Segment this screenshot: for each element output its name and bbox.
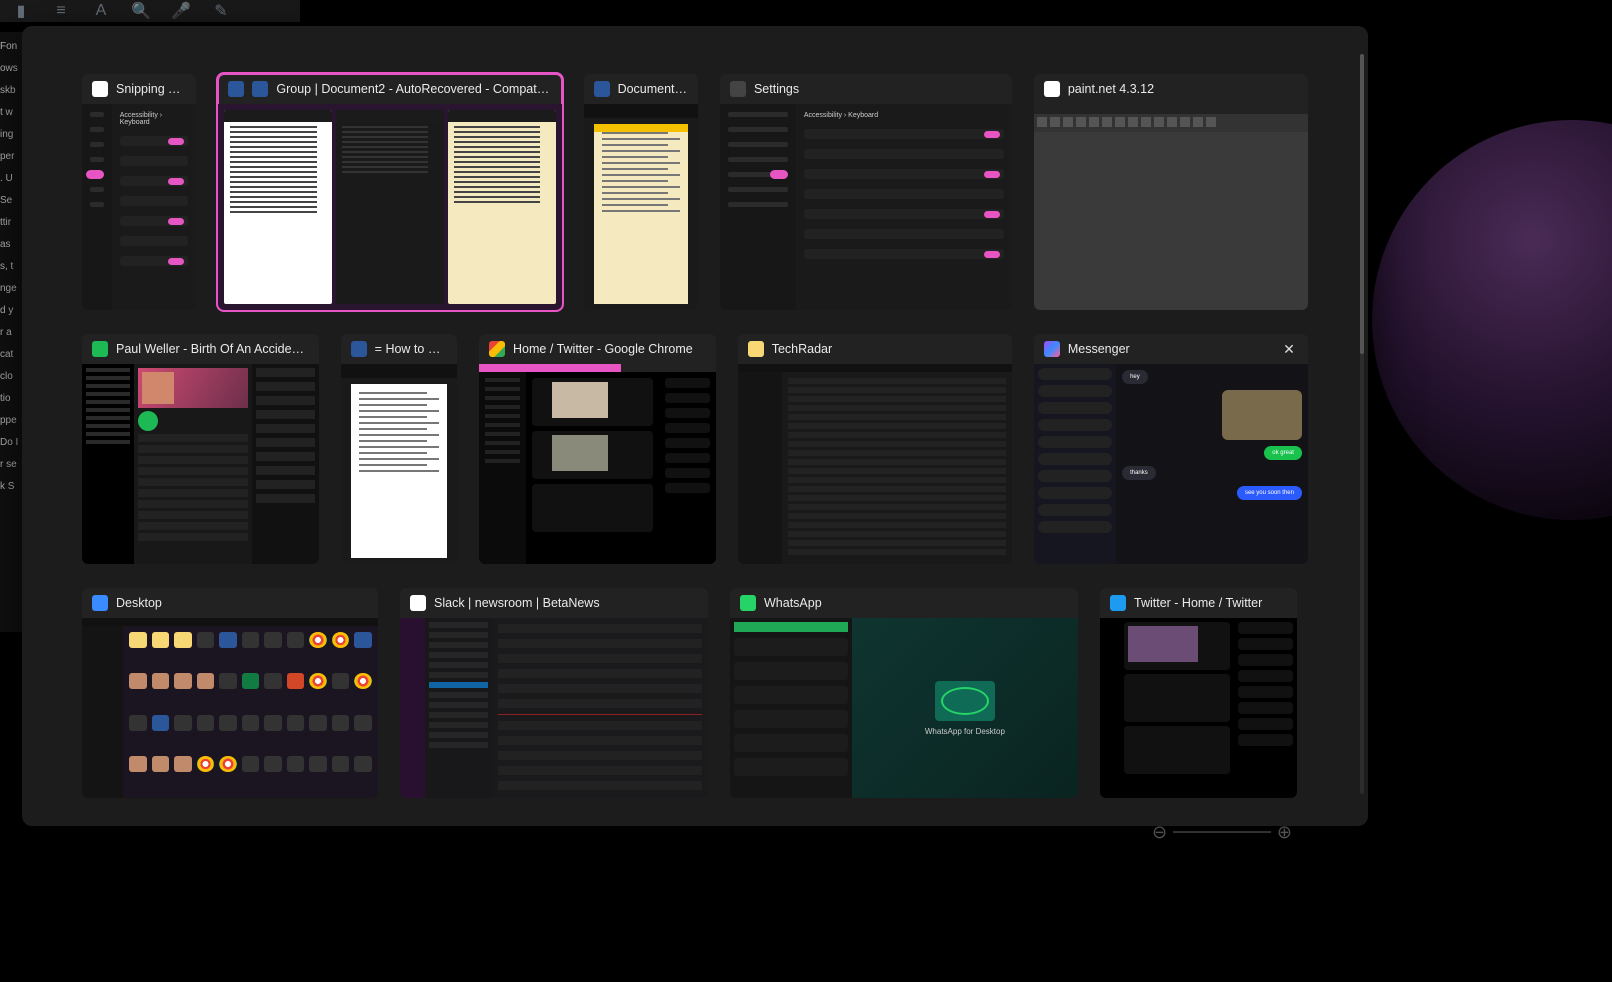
tile-header: Settings bbox=[720, 74, 1012, 104]
tile-title: Messenger bbox=[1068, 342, 1272, 356]
app-icon bbox=[748, 341, 764, 357]
dictate-icon: 🎤 bbox=[170, 0, 192, 22]
tile-header: WhatsApp bbox=[730, 588, 1078, 618]
tile-header: Slack | newsroom | BetaNews bbox=[400, 588, 708, 618]
app-icon bbox=[351, 341, 367, 357]
app-icon bbox=[92, 595, 108, 611]
tile-title: Desktop bbox=[116, 596, 368, 610]
app-icon bbox=[730, 81, 746, 97]
window-tile-tr[interactable]: TechRadar bbox=[738, 334, 1012, 564]
font-group-icon: ▮ bbox=[10, 0, 32, 22]
tile-header: Twitter - Home / Twitter bbox=[1100, 588, 1297, 618]
app-icon bbox=[410, 595, 426, 611]
window-tile-wa[interactable]: WhatsApp WhatsApp for Desktop bbox=[730, 588, 1078, 798]
tile-title: Snipping Tool bbox=[116, 82, 186, 96]
window-tile-slack[interactable]: Slack | newsroom | BetaNews bbox=[400, 588, 708, 798]
tile-header: Messenger ✕ bbox=[1034, 334, 1308, 364]
window-tile-chrome[interactable]: Home / Twitter - Google Chrome bbox=[479, 334, 716, 564]
tile-title: Document2 -... bbox=[618, 82, 688, 96]
tile-title: Twitter - Home / Twitter bbox=[1134, 596, 1287, 610]
app-icon bbox=[92, 81, 108, 97]
tile-header: Desktop bbox=[82, 588, 378, 618]
tile-header: Document2 -... bbox=[584, 74, 698, 104]
find-icon: 🔍 bbox=[130, 0, 152, 22]
task-view-row: Snipping Tool Accessibility › Keyboard G… bbox=[82, 74, 1308, 310]
tile-title: = How to use t... bbox=[375, 342, 447, 356]
task-view-row: Desktop Slack | newsroom | BetaNews bbox=[82, 588, 1308, 798]
window-tile-group[interactable]: Group | Document2 - AutoRecovered - Comp… bbox=[218, 74, 561, 310]
tile-title: paint.net 4.3.12 bbox=[1068, 82, 1298, 96]
app-icon-secondary bbox=[252, 81, 268, 97]
tile-title: Group | Document2 - AutoRecovered - Comp… bbox=[276, 82, 551, 96]
close-icon[interactable]: ✕ bbox=[1280, 340, 1298, 358]
tile-header: Paul Weller - Birth Of An Accidental Hi.… bbox=[82, 334, 319, 364]
window-tile-tw[interactable]: Twitter - Home / Twitter bbox=[1100, 588, 1297, 798]
background-wallpaper-gradient bbox=[1372, 120, 1612, 520]
background-right-strip bbox=[1380, 0, 1612, 982]
app-icon bbox=[1044, 81, 1060, 97]
task-view-scrollbar[interactable] bbox=[1360, 54, 1364, 794]
window-tile-spot[interactable]: Paul Weller - Birth Of An Accidental Hi.… bbox=[82, 334, 319, 564]
editor-icon: ✎ bbox=[210, 0, 232, 22]
tile-header: TechRadar bbox=[738, 334, 1012, 364]
tile-title: WhatsApp bbox=[764, 596, 1068, 610]
paragraph-icon: ≡ bbox=[50, 0, 72, 22]
window-tile-word2[interactable]: = How to use t... bbox=[341, 334, 457, 564]
tile-header: = How to use t... bbox=[341, 334, 457, 364]
task-view-rows: Snipping Tool Accessibility › Keyboard G… bbox=[82, 74, 1308, 798]
app-icon bbox=[92, 341, 108, 357]
window-tile-sett[interactable]: Settings Accessibility › Keyboard bbox=[720, 74, 1012, 310]
tile-header: Group | Document2 - AutoRecovered - Comp… bbox=[218, 74, 561, 104]
window-tile-doc2[interactable]: Document2 -... bbox=[584, 74, 698, 310]
window-tile-desk[interactable]: Desktop bbox=[82, 588, 378, 798]
app-icon bbox=[1044, 341, 1060, 357]
tile-title: Paul Weller - Birth Of An Accidental Hi.… bbox=[116, 342, 309, 356]
app-icon bbox=[228, 81, 244, 97]
window-tile-paint[interactable]: paint.net 4.3.12 bbox=[1034, 74, 1308, 310]
tile-header: Snipping Tool bbox=[82, 74, 196, 104]
tile-header: paint.net 4.3.12 bbox=[1034, 74, 1308, 104]
task-view-overlay: Snipping Tool Accessibility › Keyboard G… bbox=[22, 26, 1368, 826]
window-tile-mess[interactable]: Messenger ✕ heyok greatthankssee you soo… bbox=[1034, 334, 1308, 564]
tile-title: TechRadar bbox=[772, 342, 1002, 356]
background-app-toolbar: ▮ ≡ A 🔍 🎤 ✎ bbox=[0, 0, 300, 22]
app-icon bbox=[594, 81, 610, 97]
tile-title: Home / Twitter - Google Chrome bbox=[513, 342, 706, 356]
app-icon bbox=[740, 595, 756, 611]
app-icon bbox=[1110, 595, 1126, 611]
tile-title: Slack | newsroom | BetaNews bbox=[434, 596, 698, 610]
styles-icon: A bbox=[90, 0, 112, 22]
task-view-row: Paul Weller - Birth Of An Accidental Hi.… bbox=[82, 334, 1308, 564]
window-tile-snip[interactable]: Snipping Tool Accessibility › Keyboard bbox=[82, 74, 196, 310]
app-icon bbox=[489, 341, 505, 357]
tile-header: Home / Twitter - Google Chrome bbox=[479, 334, 716, 364]
tile-title: Settings bbox=[754, 82, 1002, 96]
